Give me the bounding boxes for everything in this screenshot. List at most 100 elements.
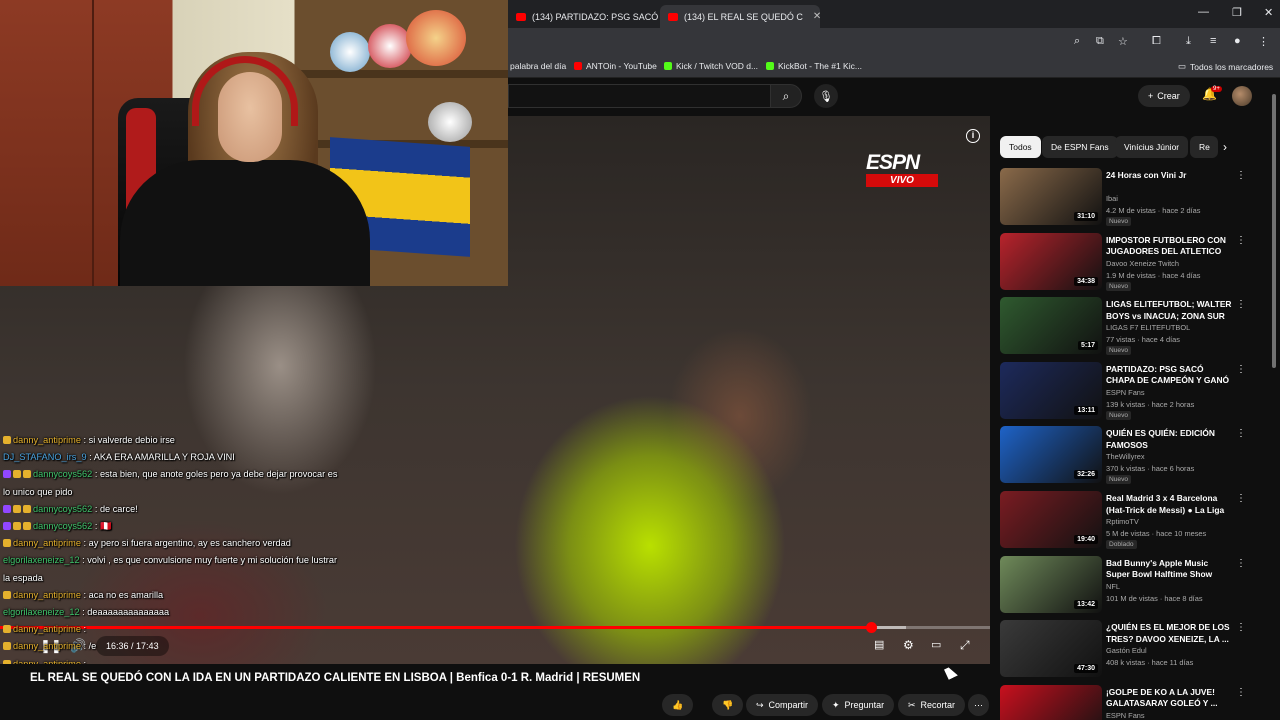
channel-name[interactable]: Gastón Edul [1106,646,1147,655]
bookmark-star-icon[interactable]: ☆ [1118,35,1128,48]
more-options-icon[interactable]: ⋮ [1236,428,1246,439]
video-card-title[interactable]: IMPOSTOR FUTBOLERO CON JUGADORES DEL ATL… [1106,235,1232,258]
voice-search-button[interactable]: 🎙 [814,84,838,108]
menu-icon[interactable]: ⋮ [1258,35,1269,48]
settings-gear-icon[interactable]: ⚙ [903,638,914,652]
search-input[interactable] [508,84,770,108]
zoom-icon[interactable]: ⌕ [1074,35,1080,48]
chevron-right-icon[interactable]: › [1223,140,1227,154]
dislike-button[interactable]: 👎 [712,694,744,716]
recommended-video-card[interactable]: ¡GOLPE DE KO A LA JUVE! GALATASARAY GOLE… [1000,684,1260,720]
more-options-icon[interactable]: ⋮ [1236,687,1246,698]
scrollbar[interactable] [1272,94,1276,368]
theater-mode-icon[interactable]: ▭ [931,638,941,651]
ask-button[interactable]: ✦ Preguntar [822,694,895,716]
share-button[interactable]: ↪ Compartir [746,694,819,716]
video-thumbnail[interactable]: 19:40 [1000,491,1102,548]
video-card-title[interactable]: 24 Horas con Vini Jr [1106,170,1232,182]
chat-username[interactable]: dannycoys562 [33,469,92,479]
profile-icon[interactable]: ● [1234,35,1241,47]
fullscreen-icon[interactable]: ⤢ [960,638,970,653]
recommended-video-card[interactable]: 13:11 PARTIDAZO: PSG SACÓ CHAPA DE CAMPEÓ… [1000,361,1260,420]
recommended-video-card[interactable]: 19:40 Real Madrid 3 x 4 Barcelona (Hat-Tr… [1000,491,1260,549]
chat-text: deaaaaaaaaaaaaaa [87,607,170,617]
channel-name[interactable]: TheWillyrex [1106,452,1145,461]
chat-username[interactable]: elgorilaxeneize_12 [3,607,80,617]
video-card-title[interactable]: PARTIDAZO: PSG SACÓ CHAPA DE CAMPEÓN Y G… [1106,364,1232,387]
create-button[interactable]: + Crear [1138,85,1190,107]
translate-icon[interactable]: ⧉ [1096,35,1104,48]
chat-username[interactable]: danny_antiprime [13,590,81,600]
restore-icon[interactable]: ❐ [1232,6,1242,19]
more-options-icon[interactable]: ⋮ [1236,170,1246,181]
chat-username[interactable]: danny_antiprime [13,538,81,548]
chip-more[interactable]: Re [1190,136,1218,158]
chat-badge-icon [23,504,31,513]
video-thumbnail[interactable]: 5:17 [1000,297,1102,355]
bookmark-item[interactable]: palabra del día [510,61,566,71]
video-card-title[interactable]: ¿QUIÉN ES EL MEJOR DE LOS TRES? DAVOO XE… [1106,622,1232,645]
chat-username[interactable]: dannycoys562 [33,504,92,514]
like-button[interactable]: 👍 [662,694,694,716]
avatar[interactable] [1232,86,1252,106]
reading-list-icon[interactable]: ≡ [1210,35,1216,47]
bookmark-item[interactable]: ANTOin - YouTube [574,61,657,71]
extensions-icon[interactable]: ⧠ [1152,35,1161,48]
chat-username[interactable]: danny_antiprime [13,624,81,634]
channel-name[interactable]: Ibai [1106,194,1118,203]
video-thumbnail[interactable] [1000,684,1102,720]
more-options-icon[interactable]: ⋮ [1236,299,1246,310]
chip-espn-fans[interactable]: De ESPN Fans [1042,136,1118,158]
chat-username[interactable]: danny_antiprime [13,435,81,445]
browser-tab-1[interactable]: (134) PARTIDAZO: PSG SACÓ CH ✕ [508,5,658,28]
subtitles-icon[interactable]: ▤ [874,638,884,651]
chat-username[interactable]: dannycoys562 [33,521,92,531]
more-options-icon[interactable]: ⋮ [1236,558,1246,569]
video-card-title[interactable]: LIGAS ELITEFUTBOL; WALTER BOYS vs INACUA… [1106,299,1232,322]
bookmark-item[interactable]: KickBot - The #1 Kic... [766,61,862,71]
video-card-title[interactable]: Bad Bunny's Apple Music Super Bowl Halft… [1106,558,1232,581]
more-options-icon[interactable]: ⋮ [1236,235,1246,246]
channel-name[interactable]: RptimoTV [1106,517,1139,526]
channel-name[interactable]: ESPN Fans [1106,388,1145,397]
video-card-title[interactable]: Real Madrid 3 x 4 Barcelona (Hat-Trick d… [1106,493,1232,516]
chat-username[interactable]: elgorilaxeneize_12 [3,555,80,565]
more-options-icon[interactable]: ⋮ [1236,493,1246,504]
recommended-video-card[interactable]: 34:38 IMPOSTOR FUTBOLERO CON JUGADORES DE… [1000,232,1260,291]
info-icon[interactable]: i [966,129,980,143]
search-button[interactable]: ⌕ [770,84,802,108]
browser-tab-2[interactable]: (134) EL REAL SE QUEDÓ C ✕ [660,5,820,28]
video-thumbnail[interactable]: 13:42 [1000,555,1102,613]
chip-all[interactable]: Todos [1000,136,1041,158]
channel-name[interactable]: ESPN Fans [1106,711,1145,720]
video-thumbnail[interactable]: 34:38 [1000,232,1102,290]
video-thumbnail[interactable]: 31:10 [1000,168,1102,225]
recommended-video-card[interactable]: 31:10 24 Horas con Vini Jr Ibai 4.2 M de vi… [1000,168,1260,226]
chip-vinicius[interactable]: Vinícius Júnior [1115,136,1189,158]
channel-name[interactable]: Davoo Xeneize Twitch [1106,259,1179,268]
recommended-video-card[interactable]: 32:26 QUIÉN ES QUIÉN: EDICIÓN FAMOSOS TheW… [1000,426,1260,485]
close-window-icon[interactable]: ✕ [1264,6,1273,19]
chat-message: dannycoys562 : esta bien, que anote gole… [3,466,337,483]
chat-username[interactable]: danny_antiprime [13,641,81,651]
close-tab-icon[interactable]: ✕ [813,11,820,22]
recommended-video-card[interactable]: 13:42 Bad Bunny's Apple Music Super Bowl … [1000,555,1260,614]
more-actions-button[interactable]: ⋯ [968,694,989,716]
recommended-video-card[interactable]: 47:30 ¿QUIÉN ES EL MEJOR DE LOS TRES? DAV… [1000,620,1260,678]
channel-name[interactable]: LIGAS F7 ELITEFUTBOL [1106,323,1190,332]
minimize-icon[interactable]: — [1198,6,1209,18]
video-card-title[interactable]: QUIÉN ES QUIÉN: EDICIÓN FAMOSOS [1106,428,1232,451]
video-thumbnail[interactable]: 47:30 [1000,620,1102,678]
video-thumbnail[interactable]: 13:11 [1000,361,1102,419]
video-thumbnail[interactable]: 32:26 [1000,426,1102,484]
chat-username[interactable]: DJ_STAFANO_irs_9 [3,452,87,462]
clip-button[interactable]: ✂ Recortar [898,694,966,716]
recommended-video-card[interactable]: 5:17 LIGAS ELITEFUTBOL; WALTER BOYS vs IN… [1000,297,1260,356]
video-card-title[interactable]: ¡GOLPE DE KO A LA JUVE! GALATASARAY GOLE… [1106,687,1232,710]
download-icon[interactable]: ⤓ [1186,35,1191,48]
more-options-icon[interactable]: ⋮ [1236,364,1246,375]
channel-name[interactable]: NFL [1106,582,1120,591]
bookmark-item[interactable]: Kick / Twitch VOD d... [664,61,758,71]
all-bookmarks-folder[interactable]: ▭ Todos los marcadores [1178,61,1273,72]
more-options-icon[interactable]: ⋮ [1236,622,1246,633]
